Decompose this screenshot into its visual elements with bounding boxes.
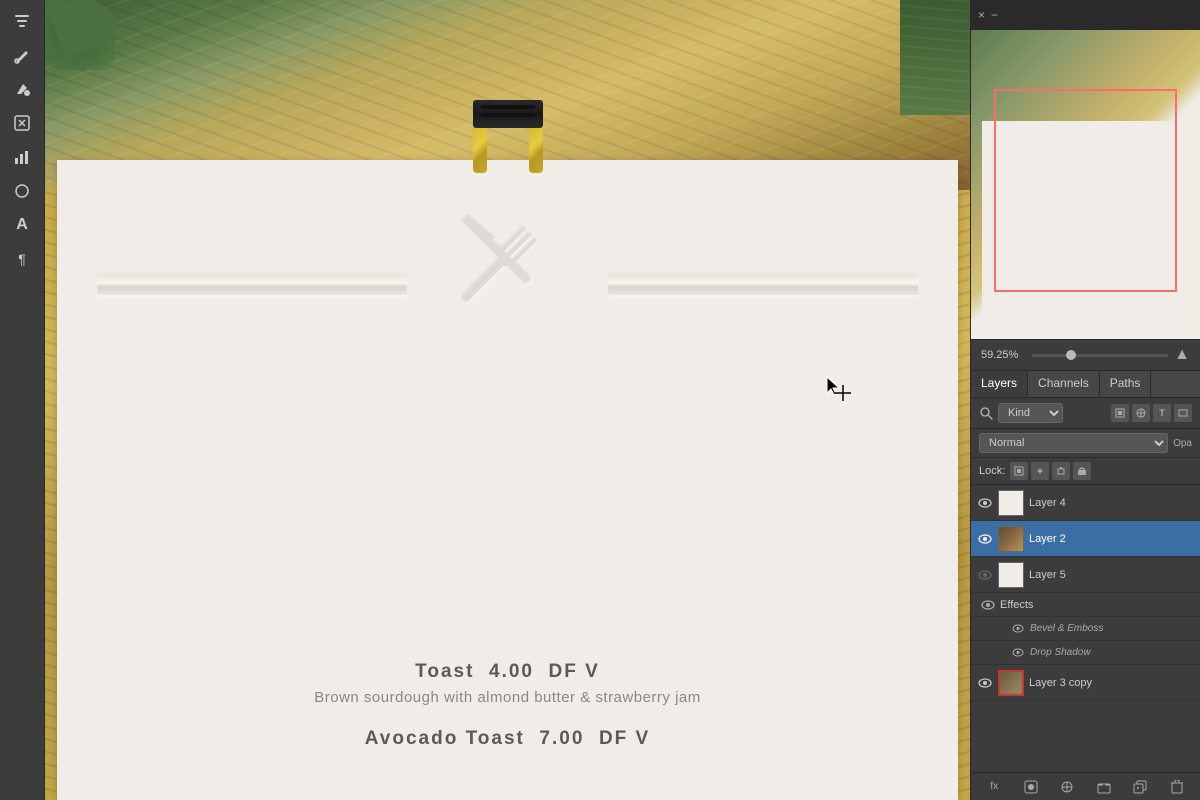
brush-icon[interactable] xyxy=(6,39,38,71)
add-mask-button[interactable] xyxy=(1021,777,1041,797)
lock-icons xyxy=(1010,462,1091,480)
circle-tool-icon[interactable] xyxy=(6,175,38,207)
eraser-icon[interactable] xyxy=(6,107,38,139)
blend-mode-select[interactable]: Normal xyxy=(979,433,1168,453)
new-layer-button[interactable] xyxy=(1130,777,1150,797)
lock-position-icon[interactable] xyxy=(1031,462,1049,480)
layer5-name: Layer 5 xyxy=(1029,569,1194,581)
effect-drop-shadow[interactable]: Drop Shadow xyxy=(971,641,1200,665)
layer-item-layer5[interactable]: Layer 5 xyxy=(971,557,1200,593)
tab-paths[interactable]: Paths xyxy=(1100,371,1152,397)
kind-pixel-icon[interactable] xyxy=(1111,404,1129,422)
kind-shape-icon[interactable] xyxy=(1174,404,1192,422)
utensils-svg xyxy=(423,175,593,345)
add-style-button[interactable]: fx xyxy=(984,777,1004,797)
zoom-bar: 59.25% ▲ xyxy=(971,340,1200,371)
zoom-value: 59.25% xyxy=(981,349,1026,361)
emboss-line-left xyxy=(97,275,407,295)
canvas-area: Toast 4.00 DF V Brown sourdough with alm… xyxy=(45,0,970,800)
histogram-icon[interactable] xyxy=(6,141,38,173)
canvas-wrapper: Toast 4.00 DF V Brown sourdough with alm… xyxy=(0,0,970,800)
layer2-thumbnail xyxy=(998,526,1024,552)
zoom-slider[interactable] xyxy=(1032,354,1168,357)
new-group-button[interactable] xyxy=(1094,777,1114,797)
emboss-line-right xyxy=(608,275,918,295)
effects-header: Effects xyxy=(971,593,1200,617)
blend-bar: Normal Opa xyxy=(971,429,1200,458)
tab-channels[interactable]: Channels xyxy=(1028,371,1100,397)
kind-filter-icons: T xyxy=(1111,404,1192,422)
layer-item-layer4[interactable]: Layer 4 xyxy=(971,485,1200,521)
layer-item-layer2[interactable]: Layer 2 xyxy=(971,521,1200,557)
dropshadow-visibility-icon[interactable] xyxy=(1011,646,1025,660)
bevel-emboss-label: Bevel & Emboss xyxy=(1030,623,1103,634)
layers-tabs: Layers Channels Paths xyxy=(971,371,1200,398)
layers-bottom-bar: fx xyxy=(971,772,1200,800)
search-icon xyxy=(979,406,993,420)
layer5-thumbnail xyxy=(998,562,1024,588)
paper-card: Toast 4.00 DF V Brown sourdough with alm… xyxy=(57,160,958,800)
zoom-up-icon[interactable]: ▲ xyxy=(1174,346,1190,364)
delete-layer-button[interactable] xyxy=(1167,777,1187,797)
layer2-visibility-icon[interactable] xyxy=(977,531,993,547)
lock-artboard-icon[interactable] xyxy=(1052,462,1070,480)
kind-select[interactable]: Kind xyxy=(998,403,1063,423)
tool-sidebar: A ¶ xyxy=(0,0,45,800)
effects-label: Effects xyxy=(1000,599,1033,611)
panel-topbar: × − xyxy=(970,0,1200,30)
filter-icon[interactable] xyxy=(6,5,38,37)
effect-bevel-emboss[interactable]: Bevel & Emboss xyxy=(971,617,1200,641)
lock-bar: Lock: xyxy=(971,458,1200,485)
layer-item-layer3copy[interactable]: Layer 3 copy xyxy=(971,665,1200,701)
paragraph-icon[interactable]: ¶ xyxy=(6,243,38,275)
lock-pixels-icon[interactable] xyxy=(1010,462,1028,480)
opacity-label: Opa xyxy=(1173,438,1192,449)
panel-close-icon[interactable]: × xyxy=(978,8,985,22)
panel-collapse-icon[interactable]: − xyxy=(991,8,998,22)
menu-content: Toast 4.00 DF V Brown sourdough with alm… xyxy=(158,661,858,750)
layer3copy-visibility-icon[interactable] xyxy=(977,675,993,691)
layer4-name: Layer 4 xyxy=(1029,497,1194,509)
bevel-visibility-icon[interactable] xyxy=(1011,622,1025,636)
drop-shadow-label: Drop Shadow xyxy=(1030,647,1091,658)
layer4-thumbnail xyxy=(998,490,1024,516)
new-adjustment-button[interactable] xyxy=(1057,777,1077,797)
layer4-visibility-icon[interactable] xyxy=(977,495,993,511)
navigator-panel: Navigator ≡ xyxy=(971,0,1200,340)
kind-bar: Kind T xyxy=(971,398,1200,429)
right-panel: × − Navigator ≡ 59.25% xyxy=(970,0,1200,800)
tab-layers[interactable]: Layers xyxy=(971,371,1028,397)
type-icon[interactable]: A xyxy=(6,209,38,241)
lock-label: Lock: xyxy=(979,465,1005,477)
menu-item1-title: Toast 4.00 DF V xyxy=(158,661,858,683)
kind-type-icon[interactable]: T xyxy=(1153,404,1171,422)
effects-visibility-icon[interactable] xyxy=(981,598,995,612)
kind-adjust-icon[interactable] xyxy=(1132,404,1150,422)
lock-all-icon[interactable] xyxy=(1073,462,1091,480)
fill-icon[interactable] xyxy=(6,73,38,105)
nav-preview-viewport xyxy=(994,89,1177,292)
navigator-preview xyxy=(971,27,1200,339)
menu-item1-desc: Brown sourdough with almond butter & str… xyxy=(158,689,858,706)
utensils-emboss xyxy=(408,170,608,350)
binder-clip xyxy=(463,100,553,180)
menu-item2-title: Avocado Toast 7.00 DF V xyxy=(158,728,858,750)
layer3copy-thumbnail xyxy=(998,670,1024,696)
layer2-name: Layer 2 xyxy=(1029,533,1194,545)
layers-list: Layer 4 Layer 2 Layer 5 xyxy=(971,485,1200,772)
layer3copy-name: Layer 3 copy xyxy=(1029,677,1194,689)
layer5-visibility-icon[interactable] xyxy=(977,567,993,583)
